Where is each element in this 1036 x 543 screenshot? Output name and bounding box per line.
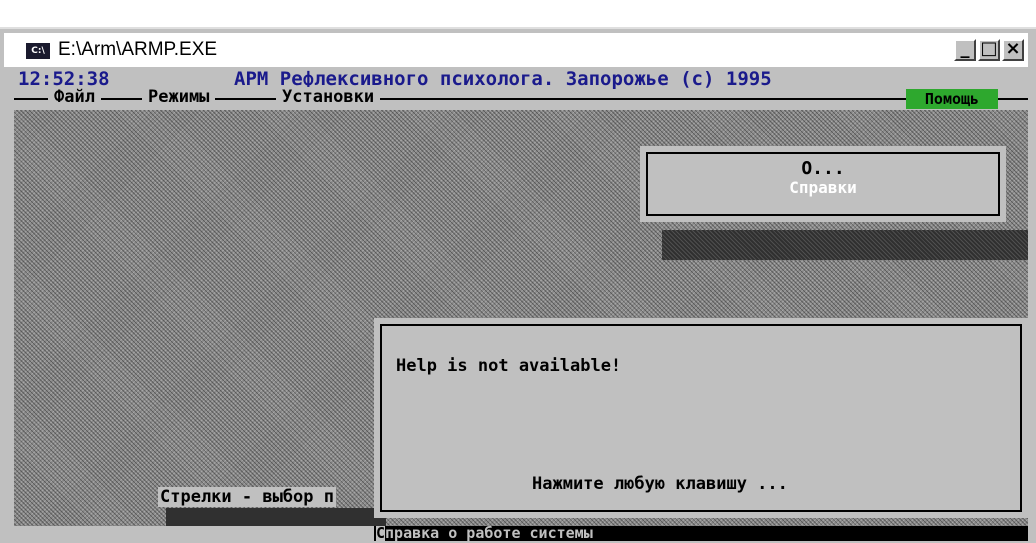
status-shadow [166, 508, 386, 526]
submenu-item-help[interactable]: Справки [648, 178, 998, 197]
window-title: E:\Arm\ARMP.EXE [58, 39, 218, 60]
maximize-button[interactable]: □ [978, 39, 1000, 61]
bottom-hint-text: правка о работе системы [385, 526, 593, 541]
console-area: 12:52:38 АРМ Рефлексивного психолога. За… [14, 68, 1028, 541]
bottom-hint: Справка о работе системы [374, 526, 1028, 541]
help-dialog: Help is not available! Нажмите любую кла… [374, 318, 1028, 518]
help-dialog-frame: Help is not available! Нажмите любую кла… [380, 324, 1022, 512]
bottom-hint-first-char: С [376, 526, 386, 541]
bottom-status-bar: Справка о работе системы [14, 526, 1028, 541]
header-bar: 12:52:38 АРМ Рефлексивного психолога. За… [14, 68, 1028, 110]
close-button[interactable]: × [1002, 39, 1024, 61]
menu-divider-right [998, 98, 1028, 100]
status-hint: Стрелки - выбор п [158, 487, 336, 507]
submenu-item-about[interactable]: О... [648, 158, 998, 179]
help-submenu-frame: О... Справки [646, 152, 1000, 216]
press-any-key-prompt: Нажмите любую клавишу ... [532, 474, 788, 494]
console-window: C:\ E:\Arm\ARMP.EXE _ □ × 12:52:38 АРМ Р… [0, 27, 1036, 543]
menu-file[interactable]: Файл [48, 87, 101, 107]
menu-modes[interactable]: Режимы [142, 87, 216, 107]
about-menu-shadow [662, 230, 1028, 260]
title-bar[interactable]: C:\ E:\Arm\ARMP.EXE _ □ × [4, 33, 1028, 67]
console-app-icon[interactable]: C:\ [26, 43, 50, 59]
help-message: Help is not available! [396, 356, 622, 376]
menu-help[interactable]: Помощь [906, 89, 998, 109]
help-submenu: О... Справки [640, 146, 1006, 222]
minimize-button[interactable]: _ [954, 39, 976, 61]
menu-settings[interactable]: Установки [276, 87, 381, 107]
